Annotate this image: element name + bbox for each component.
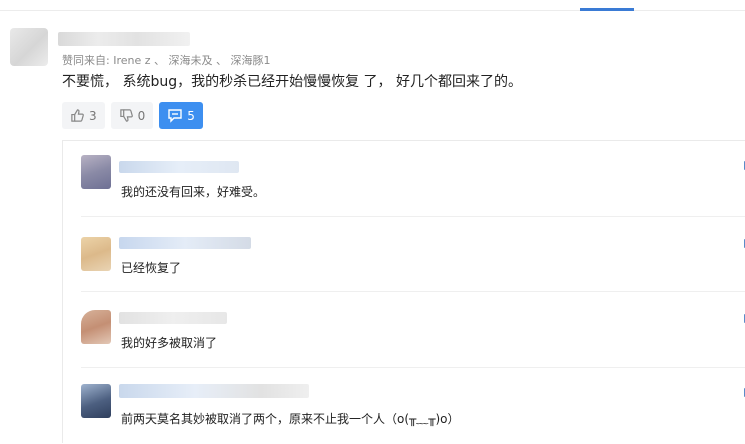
thumbs-down-icon — [119, 108, 134, 123]
like-count: 3 — [89, 108, 97, 123]
reply-author-blurred[interactable] — [119, 384, 309, 398]
avatar[interactable] — [81, 237, 111, 271]
reply-item: 前两天莫名其妙被取消了两个，原来不止我一个人（o(╥﹏╥)o） — [81, 367, 745, 444]
comment-text: 不要慌， 系统bug，我的秒杀已经开始慢慢恢复 了， 好几个都回来了的。 — [62, 74, 522, 90]
author-name-blurred[interactable] — [58, 32, 190, 46]
dislike-count: 0 — [137, 108, 146, 123]
like-button[interactable]: 3 — [62, 102, 105, 129]
comment-count: 5 — [187, 108, 195, 123]
comment-actions: 3 0 5 — [62, 102, 203, 129]
avatar[interactable] — [81, 310, 111, 344]
reply-author-blurred[interactable] — [119, 237, 251, 249]
reply-text: 我的好多被取消了 — [121, 336, 218, 350]
thumbs-up-icon — [70, 108, 85, 123]
active-tab-indicator — [580, 8, 634, 11]
reply-item: 已经恢复了 — [81, 216, 745, 293]
comment-icon — [167, 108, 183, 123]
reply-item: 我的好多被取消了 — [81, 291, 745, 368]
reply-list: 我的还没有回来，好难受。 已经恢复了 我的好多被取消了 前两天莫名其妙被取消了两… — [62, 140, 745, 443]
reply-author-blurred[interactable] — [119, 161, 239, 173]
comment-toggle-button[interactable]: 5 — [159, 102, 203, 129]
reply-text: 我的还没有回来，好难受。 — [121, 185, 266, 199]
dislike-button[interactable]: 0 — [110, 102, 154, 129]
avatar[interactable] — [81, 384, 111, 418]
avatar[interactable] — [81, 155, 111, 189]
avatar[interactable] — [10, 28, 48, 66]
reply-text: 前两天莫名其妙被取消了两个，原来不止我一个人（o(╥﹏╥)o） — [121, 412, 460, 426]
reply-author-blurred[interactable] — [119, 312, 227, 324]
reply-text: 已经恢复了 — [121, 261, 182, 275]
likers-label: 赞同来自: Irene z 、 深海未及 、 深海豚1 — [62, 54, 271, 67]
